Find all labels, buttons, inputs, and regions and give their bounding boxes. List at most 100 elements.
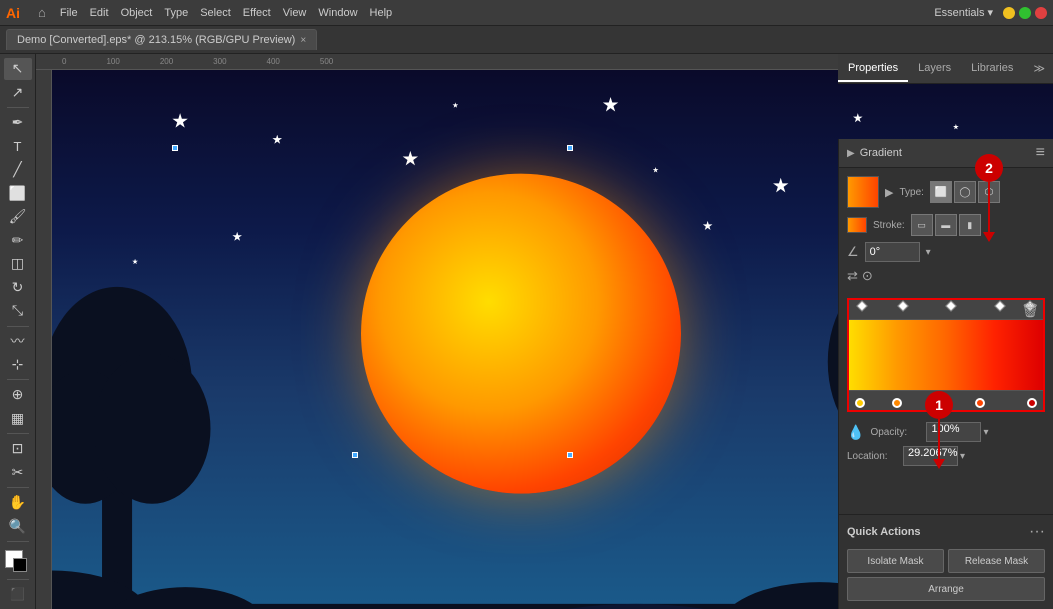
menu-type[interactable]: Type [164, 7, 188, 19]
gradient-arrow-icon: ▶ [885, 186, 893, 199]
change-screen-mode[interactable]: ⬛ [4, 583, 32, 605]
free-transform-tool[interactable]: ⊹ [4, 354, 32, 376]
tab-title: Demo [Converted].eps* @ 213.15% (RGB/GPU… [17, 34, 295, 46]
tab-libraries[interactable]: Libraries [961, 56, 1023, 82]
menu-file[interactable]: File [60, 7, 78, 19]
color-stop-1[interactable] [855, 398, 865, 408]
main-layout: ↖ ↗ ✒ T ╱ ⬜ 🖌 ✏ ◫ ↻ ⤡ 〰 ⊹ ⊕ ▦ ⊡ ✂ ✋ 🔍 ⬛ [0, 54, 1053, 609]
stroke-type-1[interactable]: ▭ [911, 214, 933, 236]
zoom-tool[interactable]: 🔍 [4, 515, 32, 537]
select-tool[interactable]: ↖ [4, 58, 32, 80]
gradient-title: Gradient [860, 147, 902, 159]
options-icon-2[interactable]: ⊙ [862, 268, 873, 284]
opacity-dropdown[interactable]: ▾ [983, 427, 988, 438]
stroke-color[interactable] [13, 558, 27, 572]
canvas-area[interactable]: 0 100 200 300 400 500 [36, 54, 1053, 609]
rotate-tool[interactable]: ↻ [4, 276, 32, 298]
panel-spacer [839, 476, 1053, 514]
type-label: Type: [899, 187, 923, 198]
eyedropper-icon[interactable]: 💧 [847, 424, 864, 441]
menu-bar: Ai ⌂ File Edit Object Type Select Effect… [0, 0, 1053, 26]
release-mask-button[interactable]: Release Mask [948, 549, 1045, 573]
hand-tool[interactable]: ✋ [4, 492, 32, 514]
gradient-preview-swatch[interactable] [847, 176, 879, 208]
chevron-down-icon: ▾ [987, 6, 993, 19]
menu-edit[interactable]: Edit [90, 7, 109, 19]
annotation-2: 2 [975, 154, 1003, 242]
quick-actions-buttons: Isolate Mask Release Mask Arrange [847, 549, 1045, 601]
gradient-more-btn[interactable]: ≡ [1036, 145, 1045, 161]
panel-tabs-bar: Properties Layers Libraries ≫ [838, 54, 1053, 84]
minimize-button[interactable] [1003, 7, 1015, 19]
angle-dropdown-icon[interactable]: ▾ [926, 247, 931, 258]
tab-layers[interactable]: Layers [908, 56, 961, 82]
menu-effect[interactable]: Effect [243, 7, 271, 19]
stop-top-2[interactable] [898, 302, 908, 316]
angle-icon: ∠ [847, 244, 859, 260]
symbol-sprayer-tool[interactable]: ⊕ [4, 384, 32, 406]
options-row: ⇄ ⊙ [847, 268, 1045, 284]
color-stop-4[interactable] [975, 398, 985, 408]
direct-select-tool[interactable]: ↗ [4, 82, 32, 104]
angle-input-field[interactable]: 0° [865, 242, 920, 262]
document-tab[interactable]: Demo [Converted].eps* @ 213.15% (RGB/GPU… [6, 29, 317, 50]
arrange-button[interactable]: Arrange [847, 577, 1045, 601]
line-tool[interactable]: ╱ [4, 159, 32, 181]
stop-top-1[interactable] [857, 302, 867, 316]
quick-actions-more[interactable]: ··· [1029, 523, 1045, 541]
menu-items: File Edit Object Type Select Effect View… [60, 7, 392, 19]
quick-actions-header: Quick Actions ··· [847, 523, 1045, 541]
ruler-left [36, 70, 52, 609]
linear-gradient-btn[interactable]: ⬜ [930, 181, 952, 203]
selection-handle-tl [172, 145, 178, 151]
close-tab-icon[interactable]: × [300, 35, 306, 46]
column-graph-tool[interactable]: ▦ [4, 408, 32, 430]
stroke-type-2[interactable]: ▬ [935, 214, 957, 236]
sun-object[interactable] [361, 173, 681, 493]
maximize-button[interactable] [1019, 7, 1031, 19]
menu-window[interactable]: Window [318, 7, 357, 19]
ai-logo: Ai [6, 5, 20, 21]
home-icon[interactable]: ⌂ [38, 5, 46, 20]
annotation-1: 1 [925, 391, 953, 469]
type-tool[interactable]: T [4, 135, 32, 157]
shape-tool[interactable]: ⬜ [4, 182, 32, 204]
stroke-label: Stroke: [873, 220, 905, 231]
pen-tool[interactable]: ✒ [4, 112, 32, 134]
delete-stop-btn[interactable]: 🗑 [1021, 302, 1039, 319]
tab-bar: Demo [Converted].eps* @ 213.15% (RGB/GPU… [0, 26, 1053, 54]
eraser-tool[interactable]: ◫ [4, 253, 32, 275]
reverse-gradient-icon[interactable]: ⇄ [847, 268, 858, 284]
paintbrush-tool[interactable]: 🖌 [4, 206, 32, 228]
color-stop-5[interactable] [1027, 398, 1037, 408]
color-stop-2[interactable] [892, 398, 902, 408]
selection-handle-tr [567, 145, 573, 151]
warp-tool[interactable]: 〰 [4, 330, 32, 352]
scale-tool[interactable]: ⤡ [4, 300, 32, 322]
tab-properties[interactable]: Properties [838, 56, 908, 82]
selection-handle-bc [352, 452, 358, 458]
menu-view[interactable]: View [283, 7, 307, 19]
pencil-tool[interactable]: ✏ [4, 229, 32, 251]
window-controls [1003, 7, 1047, 19]
close-button[interactable] [1035, 7, 1047, 19]
stop-top-4[interactable] [995, 302, 1005, 316]
artboard-tool[interactable]: ⊡ [4, 438, 32, 460]
annotation-arrow-1 [938, 419, 940, 459]
panel-collapse-btn[interactable]: ≫ [1025, 56, 1053, 81]
location-dropdown[interactable]: ▾ [960, 451, 965, 462]
menu-help[interactable]: Help [370, 7, 393, 19]
angle-row: ∠ 0° ▾ [847, 242, 1045, 262]
isolate-mask-button[interactable]: Isolate Mask [847, 549, 944, 573]
gradient-slider-top: 🗑 [849, 300, 1043, 320]
slice-tool[interactable]: ✂ [4, 462, 32, 484]
menu-object[interactable]: Object [121, 7, 153, 19]
gradient-floating-panel: ▶ Gradient ≡ ▶ Type: ⬜ ◯ ⬡ [838, 139, 1053, 609]
quick-actions-panel: Quick Actions ··· Isolate Mask Release M… [839, 514, 1053, 609]
stop-top-3[interactable] [946, 302, 956, 316]
workspace-selector[interactable]: Essentials ▾ [934, 6, 993, 19]
stroke-swatch[interactable] [847, 217, 867, 233]
menu-select[interactable]: Select [200, 7, 231, 19]
radial-gradient-btn[interactable]: ◯ [954, 181, 976, 203]
annotation-circle-2: 2 [975, 154, 1003, 182]
